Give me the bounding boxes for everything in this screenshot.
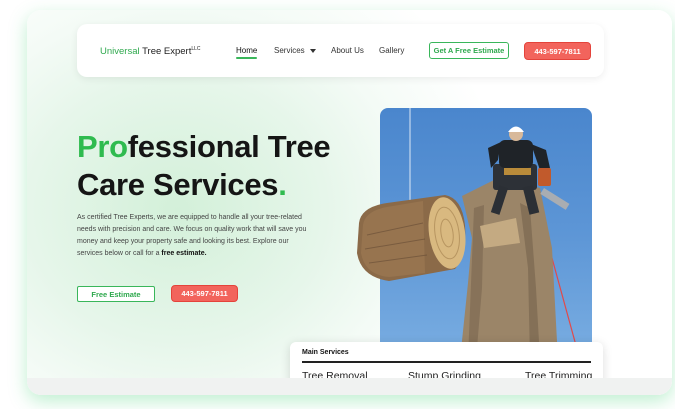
hero-description: As certified Tree Experts, we are equipp… [77, 212, 313, 260]
hero-title-line2-text: Care Services [77, 167, 279, 202]
site-logo[interactable]: Universal Tree ExpertLLC [100, 46, 201, 57]
hero-title-dot: . [278, 167, 287, 202]
chevron-down-icon [309, 48, 316, 53]
logo-brand-word: Universal [100, 46, 140, 58]
main-services-title: Main Services [302, 349, 349, 356]
hero-title-line-2: Care Services. [77, 166, 330, 204]
hero-free-estimate-button[interactable]: Free Estimate [77, 286, 155, 302]
hero-title-line1-text: fessional Tree [127, 129, 331, 164]
cut-log-illustration [357, 195, 466, 281]
nav-about-us[interactable]: About Us [331, 46, 364, 55]
logo-suffix: LLC [191, 46, 201, 52]
nav-free-estimate-button[interactable]: Get A Free Estimate [429, 42, 509, 59]
nav-services[interactable]: Services [274, 46, 316, 55]
nav-phone-button[interactable]: 443-597-7811 [524, 42, 591, 60]
nav-services-label: Services [274, 46, 305, 55]
navbar: Universal Tree ExpertLLC Home Services A… [77, 24, 604, 77]
nav-gallery[interactable]: Gallery [379, 46, 404, 55]
website-frame: Universal Tree ExpertLLC Home Services A… [27, 10, 672, 395]
page-bottom-strip [27, 378, 672, 395]
hero-phone-button[interactable]: 443-597-7811 [171, 285, 238, 302]
hero-description-bold: free estimate. [161, 250, 207, 257]
logo-brand-rest: Tree Expert [139, 46, 192, 58]
services-divider [302, 361, 591, 363]
hero-title: Professional Tree Care Services. [77, 128, 331, 204]
hero-title-line-1: Professional Tree [77, 128, 331, 166]
nav-home[interactable]: Home [236, 46, 258, 59]
hero-title-highlight: Pro [77, 129, 128, 164]
nav-home-label: Home [236, 46, 258, 55]
active-nav-underline [236, 57, 258, 59]
